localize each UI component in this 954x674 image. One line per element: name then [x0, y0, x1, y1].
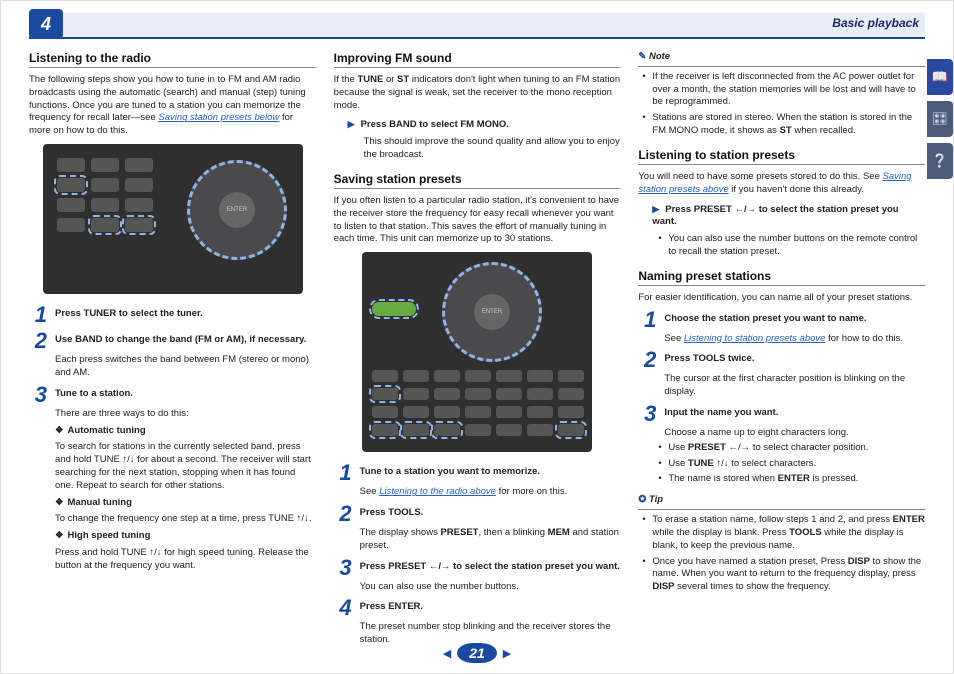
- c3-step-2-bold: Press TOOLS twice.: [664, 353, 754, 364]
- c3-step-2: 2 Press TOOLS twice.: [638, 349, 925, 371]
- step-1: 1 Press TUNER to select the tuner.: [29, 304, 316, 326]
- auto-tuning-body: To search for stations in the currently …: [55, 441, 316, 492]
- high-speed-body: Press and hold TUNE ↑/↓ for high speed t…: [55, 547, 316, 573]
- step-2: 2 Use BAND to change the band (FM or AM)…: [29, 330, 316, 352]
- tip-list: To erase a station name, follow steps 1 …: [642, 514, 925, 594]
- column-1: Listening to the radio The following ste…: [29, 51, 316, 649]
- arrow-press-band-sub: This should improve the sound quality an…: [364, 136, 621, 162]
- c3-step-1-bold: Choose the station preset you want to na…: [664, 313, 866, 324]
- side-tab-help-icon[interactable]: ❔: [927, 143, 953, 179]
- note-item-1: If the receiver is left disconnected fro…: [642, 71, 925, 109]
- step-1-text: Press TUNER to select the tuner.: [55, 308, 203, 319]
- c3-step-1-body: See Listening to station presets above f…: [664, 333, 925, 346]
- side-tab-book-icon[interactable]: 📖: [927, 59, 953, 95]
- tip-item-2: Once you have named a station preset, Pr…: [642, 556, 925, 594]
- c2-step-2: 2 Press TOOLS.: [334, 503, 621, 525]
- intro-paragraph: The following steps show you how to tune…: [29, 74, 316, 138]
- arrow-press-preset: Press PRESET ←/→ to select the station p…: [652, 203, 925, 230]
- section-title: Basic playback: [832, 16, 919, 30]
- list-item: The name is stored when ENTER is pressed…: [658, 473, 925, 486]
- step-number: 3: [638, 403, 656, 425]
- step-3-bold: Tune to a station.: [55, 388, 133, 399]
- tip-heading: Tip: [638, 494, 925, 510]
- step-3-body: There are three ways to do this:: [55, 408, 316, 421]
- arrow-sub-item: You can also use the number buttons on t…: [658, 233, 925, 259]
- c3-step-1: 1 Choose the station preset you want to …: [638, 309, 925, 331]
- c3-step-3-list: Use PRESET ←/→ to select character posit…: [658, 442, 925, 486]
- step-number: 4: [334, 597, 352, 619]
- c3-step-3: 3 Input the name you want.: [638, 403, 925, 425]
- list-item: Use TUNE ↑/↓ to select characters.: [658, 458, 925, 471]
- list-item: Use PRESET ←/→ to select character posit…: [658, 442, 925, 455]
- c2-step-1: 1 Tune to a station you want to memorize…: [334, 462, 621, 484]
- step-2-body: Each press switches the band between FM …: [55, 354, 316, 380]
- link-listening-presets-above[interactable]: Listening to station presets above: [684, 333, 826, 344]
- arrow-sub-list: You can also use the number buttons on t…: [658, 233, 925, 259]
- step-number: 1: [29, 304, 47, 326]
- step-number: 3: [29, 384, 47, 406]
- sub-auto-tuning: Automatic tuning: [55, 425, 316, 438]
- step-number: 1: [334, 462, 352, 484]
- side-nav-tabs: 📖 🎛 ❔: [927, 59, 953, 179]
- heading-listening-radio: Listening to the radio: [29, 51, 316, 68]
- step-number: 2: [638, 349, 656, 371]
- heading-improving-fm: Improving FM sound: [334, 51, 621, 68]
- heading-listening-presets: Listening to station presets: [638, 148, 925, 165]
- arrow-press-band: Press BAND to select FM MONO.: [348, 118, 621, 132]
- c2-step-1-body: See Listening to the radio above for mor…: [360, 486, 621, 499]
- c2-step-2-bold: Press TOOLS.: [360, 507, 424, 518]
- step-2-bold: Use BAND to change the band (FM or AM), …: [55, 334, 306, 345]
- note-heading: Note: [638, 51, 925, 67]
- remote-illustration-2: ENTER: [362, 252, 592, 452]
- heading-saving-presets: Saving station presets: [334, 172, 621, 189]
- c2-step-3: 3 Press PRESET ←/→ to select the station…: [334, 557, 621, 579]
- page-number: 21: [457, 643, 497, 663]
- sub-high-speed-tuning: High speed tuning: [55, 530, 316, 543]
- c3-step-3-body: Choose a name up to eight characters lon…: [664, 427, 925, 440]
- sub-manual-tuning: Manual tuning: [55, 497, 316, 510]
- heading-naming-presets: Naming preset stations: [638, 269, 925, 286]
- c2-step-3-body: You can also use the number buttons.: [360, 581, 621, 594]
- tip-item-1: To erase a station name, follow steps 1 …: [642, 514, 925, 552]
- link-saving-presets[interactable]: Saving station presets below: [158, 112, 279, 123]
- listening-presets-body: You will need to have some presets store…: [638, 171, 925, 197]
- c2-step-4: 4 Press ENTER.: [334, 597, 621, 619]
- c2-step-2-body: The display shows PRESET, then a blinkin…: [360, 527, 621, 553]
- manual-page: 4 Basic playback 📖 🎛 ❔ Listening to the …: [0, 0, 954, 674]
- c3-step-3-bold: Input the name you want.: [664, 407, 778, 418]
- page-prev-icon[interactable]: ◀: [443, 647, 451, 660]
- c3-step-2-body: The cursor at the first character positi…: [664, 373, 925, 399]
- c2-step-3-bold: Press PRESET ←/→ to select the station p…: [360, 561, 620, 572]
- page-next-icon[interactable]: ▶: [503, 647, 511, 660]
- column-3: Note If the receiver is left disconnecte…: [638, 51, 925, 649]
- page-footer: ◀ 21 ▶: [1, 643, 953, 663]
- naming-presets-body: For easier identification, you can name …: [638, 292, 925, 305]
- step-3: 3 Tune to a station.: [29, 384, 316, 406]
- saving-presets-body: If you often listen to a particular radi…: [334, 195, 621, 246]
- note-list: If the receiver is left disconnected fro…: [642, 71, 925, 138]
- remote-illustration-1: ENTER: [43, 144, 303, 294]
- step-number: 2: [334, 503, 352, 525]
- header-bar: 4 Basic playback: [29, 13, 925, 39]
- manual-tuning-body: To change the frequency one step at a ti…: [55, 513, 316, 526]
- improving-fm-body: If the TUNE or ST indicators don't light…: [334, 74, 621, 112]
- side-tab-device-icon[interactable]: 🎛: [927, 101, 953, 137]
- c2-step-4-bold: Press ENTER.: [360, 601, 423, 612]
- link-listening-radio[interactable]: Listening to the radio above: [379, 486, 496, 497]
- step-number: 3: [334, 557, 352, 579]
- step-number: 2: [29, 330, 47, 352]
- c2-step-1-bold: Tune to a station you want to memorize.: [360, 466, 540, 477]
- step-number: 1: [638, 309, 656, 331]
- chapter-number: 4: [29, 9, 63, 39]
- column-2: Improving FM sound If the TUNE or ST ind…: [334, 51, 621, 649]
- note-item-2: Stations are stored in stereo. When the …: [642, 112, 925, 138]
